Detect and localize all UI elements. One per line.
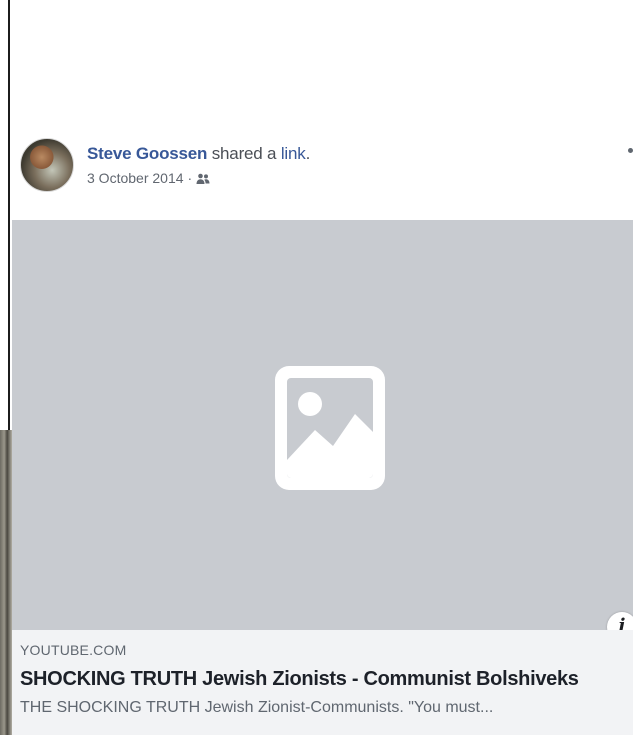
screenshot-frame: Steve Goossen shared a link. 3 October 2… <box>0 0 633 735</box>
avatar[interactable] <box>20 138 74 192</box>
author-name-link[interactable]: Steve Goossen <box>87 144 207 163</box>
friends-icon[interactable] <box>196 172 210 184</box>
left-panel-edge <box>0 0 10 430</box>
left-photo-strip <box>0 430 12 735</box>
meta-separator: · <box>187 170 193 186</box>
link-description: THE SHOCKING TRUTH Jewish Zionist-Commun… <box>20 699 494 716</box>
post-meta: 3 October 2014 · <box>87 170 310 186</box>
link-domain: YOUTUBE.COM <box>20 642 127 658</box>
shared-link-word[interactable]: link <box>281 144 306 163</box>
feed-post: Steve Goossen shared a link. 3 October 2… <box>12 0 633 735</box>
action-end: . <box>305 144 311 163</box>
link-preview-image[interactable]: i <box>12 220 633 642</box>
post-timestamp[interactable]: 3 October 2014 <box>87 170 184 186</box>
post-options-icon[interactable] <box>628 148 633 153</box>
post-header-text: Steve Goossen shared a link. 3 October 2… <box>87 143 310 186</box>
post-action-line: Steve Goossen shared a link. <box>87 143 310 165</box>
link-preview-caption[interactable]: YOUTUBE.COM SHOCKING TRUTH Jewish Zionis… <box>12 630 633 735</box>
post-header: Steve Goossen shared a link. 3 October 2… <box>20 138 310 204</box>
image-placeholder-icon <box>275 366 385 490</box>
action-text: shared a <box>207 144 281 163</box>
link-title[interactable]: SHOCKING TRUTH Jewish Zionists - Communi… <box>20 666 633 692</box>
